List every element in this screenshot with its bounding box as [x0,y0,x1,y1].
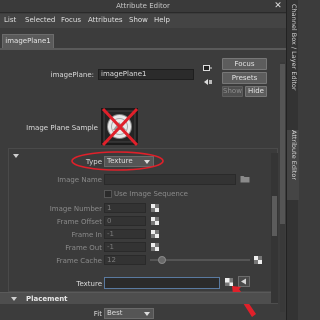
map-button-icon[interactable] [151,243,159,251]
menu-attributes[interactable]: Attributes [88,16,123,24]
image-name-label: Image Name [57,176,102,184]
map-button-icon[interactable] [151,204,159,212]
select-node-icon[interactable] [203,65,213,73]
side-tab-strip: Channel Box / Layer Editor Attribute Edi… [286,0,299,320]
image-plane-sample-label: Image Plane Sample [26,124,98,132]
node-name-label: imagePlane: [50,71,94,79]
image-name-field[interactable] [104,174,236,185]
tab-attribute-editor-label: Attribute Editor [290,130,298,181]
image-number-label: Image Number [49,205,102,213]
menu-list[interactable]: List [4,16,16,24]
go-to-node-icon[interactable] [203,78,213,86]
use-image-sequence-checkbox[interactable] [104,190,112,198]
texture-label: Texture [76,280,102,288]
texture-field[interactable] [104,277,220,289]
folder-icon[interactable] [240,174,250,183]
collapse-arrow-icon[interactable] [12,152,20,160]
map-button-icon[interactable] [151,217,159,225]
fit-value: Best [107,309,123,317]
map-button-icon[interactable] [254,256,262,264]
tab-channel-box[interactable]: Channel Box / Layer Editor [287,4,299,124]
menu-focus[interactable]: Focus [61,16,81,24]
tab-attribute-editor[interactable]: Attribute Editor [287,130,299,200]
red-x-annotation [101,107,139,147]
fit-label: Fit [93,310,102,318]
frame-cache-label: Frame Cache [56,257,102,265]
menu-help[interactable]: Help [154,16,170,24]
outer-scrollbar-thumb[interactable] [280,64,285,224]
tab-channel-box-label: Channel Box / Layer Editor [290,4,298,91]
close-icon[interactable]: ✕ [272,0,284,12]
frame-out-label: Frame Out [65,244,102,252]
show-button[interactable]: Show [222,86,243,97]
frame-offset-label: Frame Offset [56,218,102,226]
menu-bar: List Selected Focus Attributes Show Help [0,14,286,28]
frame-out-field[interactable]: -1 [104,242,146,252]
frame-in-label: Frame In [71,231,102,239]
presets-button[interactable]: Presets [222,72,267,84]
placement-label: Placement [26,295,68,303]
frame-cache-slider-handle[interactable] [158,256,166,264]
frame-in-field[interactable]: -1 [104,229,146,239]
inner-scrollbar-thumb[interactable] [272,196,277,236]
hide-button[interactable]: Hide [245,86,267,97]
frame-offset-field[interactable]: 0 [104,216,146,226]
window-title: Attribute Editor [116,2,170,10]
image-number-field[interactable]: 1 [104,203,146,213]
node-name-field[interactable]: imagePlane1 [98,69,194,80]
tab-underline [0,48,286,50]
tab-imageplane1[interactable]: imagePlane1 [2,34,54,48]
placement-section-header[interactable]: Placement [0,292,278,304]
red-ellipse-annotation [71,151,164,171]
collapse-arrow-icon [11,297,17,301]
focus-button[interactable]: Focus [222,58,267,70]
menu-selected[interactable]: Selected [25,16,55,24]
menu-show[interactable]: Show [129,16,148,24]
use-image-sequence-label: Use Image Sequence [114,190,188,198]
chevron-down-icon [144,312,150,316]
frame-cache-field[interactable]: 12 [104,255,146,265]
map-button-icon[interactable] [151,230,159,238]
